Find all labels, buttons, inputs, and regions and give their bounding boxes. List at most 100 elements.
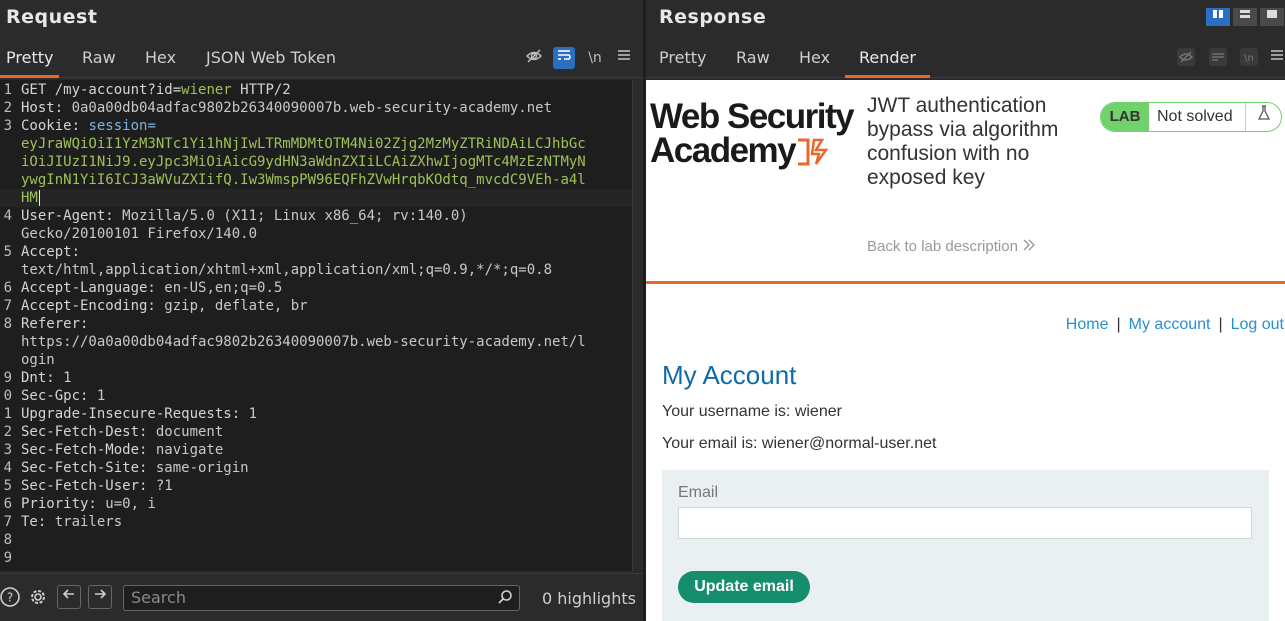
- code-token: 1: [96, 388, 106, 404]
- code-token: same-origin: [155, 460, 249, 476]
- code-token: 1: [248, 406, 258, 422]
- request-panel: Request Pretty Raw Hex JSON Web Token \n…: [0, 0, 643, 621]
- code-token: Sec-Fetch-Dest:: [21, 424, 156, 440]
- tab-hex[interactable]: Hex: [145, 40, 176, 78]
- code-line: 7 Accept-Encoding: gzip, deflate, br: [0, 297, 632, 315]
- line-number: 4: [3, 208, 12, 224]
- code-text: iOiJIUzI1NiJ9.eyJpc3MiOiAicG9ydHN3aWdnZX…: [21, 153, 586, 171]
- code-text: ogin: [21, 351, 55, 369]
- eye-slash-icon[interactable]: [523, 47, 545, 69]
- code-token: navigate: [155, 442, 224, 458]
- search-icon[interactable]: [497, 589, 513, 609]
- response-title: Response: [659, 6, 767, 28]
- newline-icon[interactable]: \n: [584, 47, 606, 69]
- tab-render[interactable]: Render: [845, 40, 930, 78]
- code-line: 3 Sec-Fetch-Mode: navigate: [0, 441, 632, 459]
- code-token: trailers: [54, 514, 123, 530]
- code-token: gzip, deflate, br: [164, 298, 308, 314]
- code-token: Sec-Fetch-Mode:: [21, 442, 156, 458]
- code-line: ogin: [0, 351, 632, 369]
- code-token: https://0a0a00db04adfac9802b26340090007b…: [21, 334, 586, 350]
- request-editor[interactable]: 1 GET /my-account?id=wiener HTTP/2 2 Host: …: [0, 80, 632, 571]
- code-text: ywgInN1YiI6ICJ3aWVuZXIifQ.Iw3WmspPW96EQF…: [21, 171, 586, 189]
- code-token: Sec-Fetch-Site:: [21, 460, 156, 476]
- previous-button[interactable]: [57, 585, 81, 609]
- header-divider: [646, 281, 1285, 284]
- line-number: 8: [3, 532, 12, 548]
- newline-icon[interactable]: \n: [1238, 47, 1260, 69]
- line-number: 7: [3, 514, 12, 530]
- code-token: 0a0a00db04adfac9802b26340090007b.web-sec…: [71, 100, 553, 116]
- line-number: 2: [3, 100, 12, 116]
- code-line: 1 Upgrade-Insecure-Requests: 1: [0, 405, 632, 423]
- code-text: Host: 0a0a00db04adfac9802b26340090007b.w…: [21, 99, 552, 117]
- wrap-icon[interactable]: [1207, 47, 1229, 69]
- help-icon[interactable]: ?: [0, 586, 22, 610]
- code-text: Te: trailers: [21, 513, 122, 531]
- next-button[interactable]: [88, 585, 112, 609]
- line-number: 0: [3, 388, 12, 404]
- email-text: Your email is: wiener@normal-user.net: [662, 435, 937, 452]
- code-text: Accept-Language: en-US,en;q=0.5: [21, 279, 282, 297]
- code-line: 2 Host: 0a0a00db04adfac9802b26340090007b.…: [0, 99, 632, 117]
- code-line: 7 Te: trailers: [0, 513, 632, 531]
- code-text: GET /my-account?id=wiener HTTP/2: [21, 81, 291, 99]
- nav-logout-link[interactable]: Log out: [1231, 316, 1284, 333]
- code-token: Mozilla/5.0 (X11; Linux x86_64; rv:140.0…: [122, 208, 468, 224]
- back-link-label: Back to lab description: [867, 238, 1018, 255]
- code-token: iOiJIUzI1NiJ9.eyJpc3MiOiAicG9ydHN3aWdnZX…: [21, 154, 586, 170]
- code-text: Sec-Fetch-User: ?1: [21, 477, 173, 495]
- split-horizontal-icon[interactable]: [1233, 8, 1257, 26]
- tab-raw[interactable]: Raw: [736, 40, 770, 78]
- code-token: eyJraWQiOiI1YzM3NTc1Yi1hNjIwLTRmMDMtOTM4…: [21, 136, 586, 152]
- nav-my-account-link[interactable]: My account: [1129, 316, 1211, 333]
- single-view-icon[interactable]: [1260, 8, 1284, 26]
- code-line: 8 Referer:: [0, 315, 632, 333]
- split-vertical-icon[interactable]: [1206, 8, 1230, 26]
- back-to-lab-link[interactable]: Back to lab description: [867, 238, 1036, 255]
- line-number: 4: [3, 460, 12, 476]
- eye-slash-icon[interactable]: [1175, 47, 1197, 69]
- search-input[interactable]: Search: [123, 585, 520, 611]
- response-panel: Response Pretty Raw Hex Render \n Web Se…: [646, 0, 1285, 621]
- code-token: Referer:: [21, 316, 89, 332]
- update-email-button[interactable]: Update email: [678, 571, 810, 603]
- lab-status-badge: LAB Not solved: [1100, 102, 1282, 132]
- search-placeholder: Search: [131, 588, 186, 607]
- code-text: Sec-Fetch-Site: same-origin: [21, 459, 249, 477]
- code-line: 6 Accept-Language: en-US,en;q=0.5: [0, 279, 632, 297]
- settings-gear-icon[interactable]: [26, 586, 50, 610]
- code-line: 8: [0, 531, 632, 549]
- code-token: Gecko/20100101 Firefox/140.0: [21, 226, 258, 242]
- email-field[interactable]: [678, 507, 1252, 539]
- line-number: 6: [3, 280, 12, 296]
- code-line: 3 Cookie: session=: [0, 117, 632, 135]
- code-text: Sec-Fetch-Dest: document: [21, 423, 223, 441]
- nav-home-link[interactable]: Home: [1066, 316, 1109, 333]
- menu-icon[interactable]: [1270, 47, 1284, 69]
- code-text: HM: [21, 189, 40, 207]
- rendered-page: Web Security Academy JWT authentication …: [646, 80, 1285, 621]
- tab-json-web-token[interactable]: JSON Web Token: [206, 40, 336, 78]
- line-number: 7: [3, 298, 12, 314]
- wrap-icon[interactable]: [553, 47, 575, 69]
- tab-raw[interactable]: Raw: [82, 40, 116, 78]
- tab-hex[interactable]: Hex: [799, 40, 830, 78]
- email-label: Email: [678, 484, 719, 501]
- site-nav: Home | My account | Log out: [1066, 316, 1284, 334]
- menu-icon[interactable]: [613, 47, 635, 69]
- code-text: Priority: u=0, i: [21, 495, 156, 513]
- code-line: 9: [0, 549, 632, 567]
- tab-pretty[interactable]: Pretty: [0, 40, 60, 78]
- code-line: HM: [0, 189, 632, 207]
- code-line: 2 Sec-Fetch-Dest: document: [0, 423, 632, 441]
- line-number: 1: [3, 406, 12, 422]
- code-token: HTTP/2: [231, 82, 291, 98]
- tab-pretty[interactable]: Pretty: [659, 40, 706, 78]
- nav-separator: |: [1218, 316, 1223, 333]
- update-email-form: Email Update email: [662, 470, 1269, 621]
- code-line: 9 Dnt: 1: [0, 369, 632, 387]
- editor-scrollbar[interactable]: [632, 80, 643, 571]
- double-chevron-right-icon: [1023, 239, 1036, 251]
- line-number: 3: [3, 118, 12, 134]
